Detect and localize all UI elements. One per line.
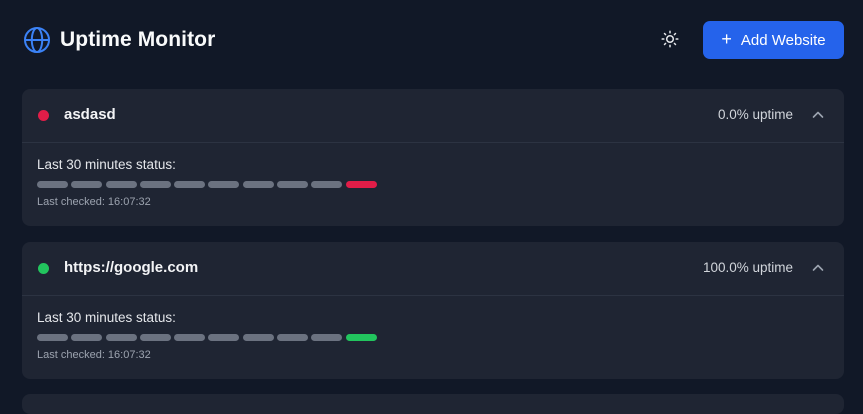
sun-icon [661, 29, 679, 53]
status-history-bar [71, 334, 103, 341]
status-history-bar [311, 181, 343, 188]
monitor-card: https://google.com 100.0% uptime Last 30… [22, 242, 844, 379]
uptime-percentage: 0.0% uptime [717, 107, 793, 122]
monitor-name: https://google.com [64, 259, 199, 276]
app-title: Uptime Monitor [60, 28, 216, 51]
status-dot [38, 263, 49, 274]
theme-toggle-button[interactable] [657, 28, 683, 54]
monitor-name: asdasd [64, 106, 116, 123]
status-history-bars [37, 334, 829, 341]
status-dot [38, 110, 49, 121]
uptime-percentage: 100.0% uptime [702, 260, 793, 275]
brand: Uptime Monitor [23, 25, 215, 55]
status-history-bar [174, 334, 206, 341]
status-history-bar [277, 181, 309, 188]
status-history-bar [242, 181, 274, 188]
last-checked: Last checked: 16:07:32 [37, 196, 151, 208]
last-checked: Last checked: 16:07:32 [37, 349, 151, 361]
status-history-bar [242, 334, 274, 341]
status-history-bar [139, 334, 171, 341]
add-website-label: Add Website [740, 31, 826, 49]
status-history-label: Last 30 minutes status: [37, 157, 176, 172]
status-history-bar [139, 181, 171, 188]
globe-icon [23, 26, 51, 54]
status-history-label: Last 30 minutes status: [37, 310, 176, 325]
status-history-bar [208, 181, 240, 188]
monitor-card-header[interactable]: https://google.com 100.0% uptime [22, 242, 844, 296]
plus-icon: + [721, 29, 732, 49]
monitor-card-body: Last 30 minutes status: Last checked: 16… [22, 296, 844, 361]
status-history-bar [345, 181, 377, 188]
add-website-button[interactable]: + Add Website [703, 21, 844, 59]
status-history-bars [37, 181, 829, 188]
status-history-bar [311, 334, 343, 341]
monitor-card-header[interactable]: asdasd 0.0% uptime [22, 89, 844, 143]
status-history-bar [345, 334, 377, 341]
monitor-card-partial [22, 394, 844, 414]
monitor-card-body: Last 30 minutes status: Last checked: 16… [22, 143, 844, 208]
app-header: Uptime Monitor + Add Website [0, 0, 863, 80]
status-history-bar [105, 181, 137, 188]
monitor-card: asdasd 0.0% uptime Last 30 minutes statu… [22, 89, 844, 226]
status-history-bar [37, 334, 68, 341]
status-history-bar [105, 334, 137, 341]
status-history-bar [37, 181, 68, 188]
chevron-up-icon[interactable] [811, 261, 825, 275]
status-history-bar [208, 334, 240, 341]
status-history-bar [174, 181, 206, 188]
status-history-bar [71, 181, 103, 188]
chevron-up-icon[interactable] [811, 108, 825, 122]
status-history-bar [277, 334, 309, 341]
